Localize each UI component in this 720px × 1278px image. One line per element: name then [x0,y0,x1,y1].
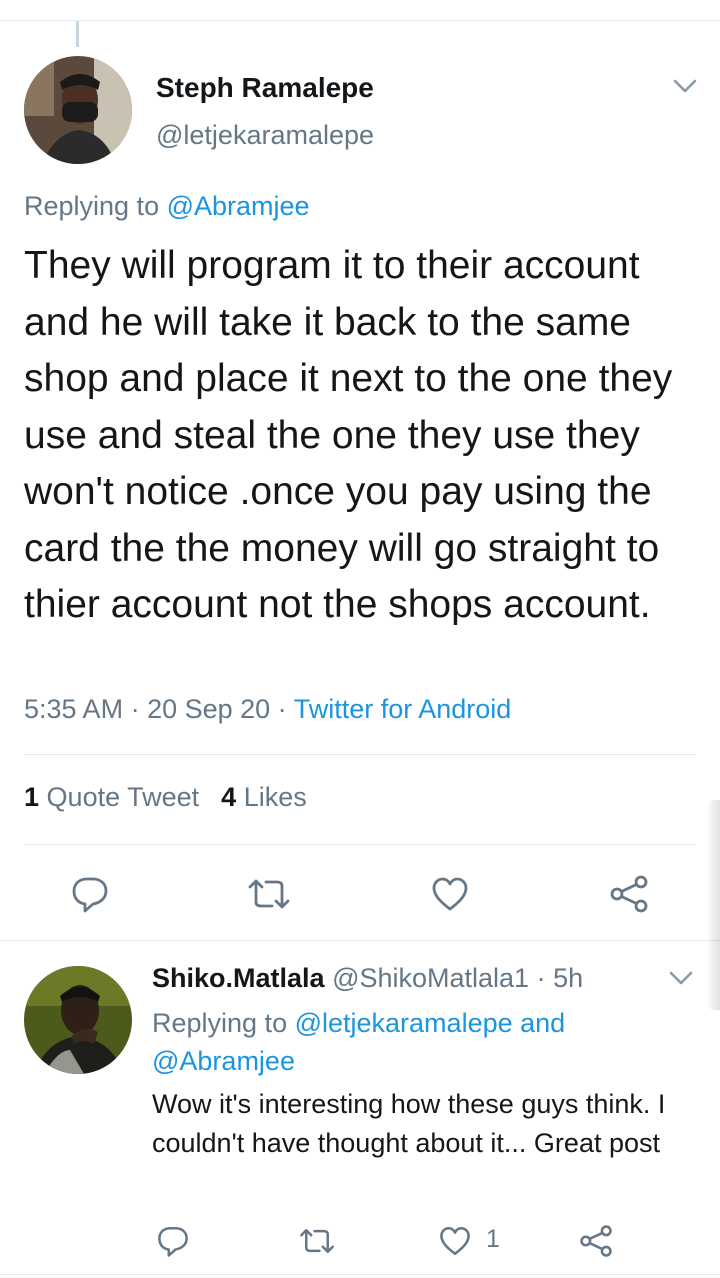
heart-icon [440,1226,470,1256]
chevron-down-icon[interactable] [668,968,694,993]
meta-separator: · [123,694,148,724]
reply-replying-to: Replying to @letjekaramalepe and @Abramje… [152,1004,692,1080]
likes-label: Likes [243,782,307,812]
reply-button[interactable] [70,874,110,919]
stats-divider [24,844,696,845]
retweet-icon [300,1229,334,1253]
like-count: 4 [221,782,237,812]
comment-icon [158,1226,188,1257]
mention-link[interactable]: @Abramjee [167,191,310,221]
retweet-icon [248,879,290,909]
tweet-stats: 1 Quote Tweet 4 Likes [24,782,307,813]
chevron-down-icon[interactable] [672,76,698,101]
bottom-divider [0,1274,720,1275]
tweet-divider [0,940,720,941]
tweet-text: They will program it to their account an… [24,244,673,626]
share-icon [610,875,648,913]
mention-link[interactable]: @Abramjee [152,1046,295,1076]
tweet-source-link[interactable]: Twitter for Android [294,694,512,724]
author-name[interactable]: Steph Ramalepe [156,72,374,104]
author-handle[interactable]: @letjekaramalepe [156,120,374,151]
like-button[interactable] [430,874,470,919]
heart-icon [432,877,468,911]
quote-count: 1 [24,782,40,812]
share-icon [580,1225,612,1257]
retweet-button[interactable] [246,874,292,919]
author-avatar[interactable] [24,56,132,164]
comment-icon [72,877,108,913]
tweet-meta: 5:35 AM · 20 Sep 20 · Twitter for Androi… [24,694,511,725]
reply-author-avatar[interactable] [24,966,132,1074]
tweet-time[interactable]: 5:35 AM [24,694,123,724]
top-divider [0,20,720,21]
meta-divider [24,754,696,755]
replying-and: and [512,1008,566,1038]
reply-like-button[interactable] [438,1224,472,1263]
reply-text: Wow it's interesting how these guys thin… [152,1089,666,1158]
reply-header: Shiko.Matlala @ShikoMatlala1 · 5h [152,963,583,994]
replying-to-line: Replying to @Abramjee [24,191,310,222]
quote-label: Quote Tweet [46,782,200,812]
replying-to-prefix: Replying to [152,1008,295,1038]
reply-time[interactable]: 5h [553,963,583,993]
reply-author-handle[interactable]: @ShikoMatlala1 [332,963,529,993]
reply-share-button[interactable] [578,1224,614,1263]
likes-stat[interactable]: 4 Likes [221,782,307,812]
meta-separator: · [270,694,294,724]
reply-retweet-button[interactable] [298,1224,336,1263]
quote-tweets-stat[interactable]: 1 Quote Tweet [24,782,199,812]
reply-separator: · [529,963,554,993]
thread-connector-line [76,21,79,47]
tweet-date[interactable]: 20 Sep 20 [147,694,270,724]
scroll-edge-shadow [706,800,720,1010]
share-button[interactable] [608,874,650,919]
replying-to-prefix: Replying to [24,191,167,221]
reply-reply-button[interactable] [156,1224,190,1263]
reply-like-count: 1 [486,1225,500,1253]
reply-author-name[interactable]: Shiko.Matlala [152,963,325,993]
mention-link[interactable]: @letjekaramalepe [295,1008,513,1038]
